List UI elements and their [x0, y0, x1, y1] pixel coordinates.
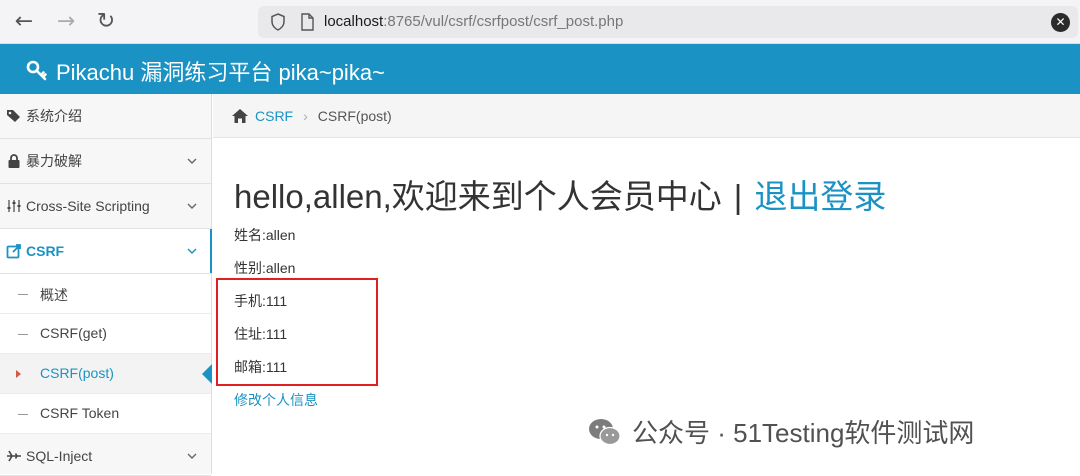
greeting-text: hello,allen,欢迎来到个人会员中心: [234, 178, 722, 215]
tree-dash: [18, 334, 28, 335]
breadcrumb-separator: ›: [303, 107, 308, 124]
url-host: localhost: [324, 13, 384, 30]
info-gender: 性别:allen: [234, 260, 296, 276]
page-title: hello,allen,欢迎来到个人会员中心 | 退出登录: [234, 170, 886, 218]
sidebar-item-label: CSRF: [26, 243, 65, 259]
breadcrumb: CSRF › CSRF(post): [213, 94, 1080, 138]
sidebar-subitem-label: CSRF(post): [40, 365, 114, 381]
logout-link[interactable]: 退出登录: [754, 178, 886, 215]
app-title-text: Pikachu 漏洞练习平台 pika~pika~: [56, 60, 385, 85]
shield-icon: [271, 13, 285, 31]
caret-right-icon: [16, 370, 21, 378]
highlight-box: [216, 278, 378, 386]
chevron-down-icon: [187, 248, 197, 254]
plane-icon: [7, 450, 21, 461]
url-path: :8765/vul/csrf/csrfpost/csrf_post.php: [383, 13, 624, 30]
share-square-icon: [6, 244, 21, 259]
active-indicator: [210, 229, 212, 273]
address-bar[interactable]: localhost:8765/vul/csrf/csrfpost/csrf_po…: [258, 6, 1078, 38]
breadcrumb-link-csrf[interactable]: CSRF: [255, 108, 293, 124]
tree-dash: [18, 414, 28, 415]
sidebar-item-bruteforce[interactable]: 暴力破解: [0, 139, 211, 184]
browser-toolbar: ← → ↻ localhost:8765/vul/csrf/csrfpost/c…: [0, 0, 1080, 44]
home-icon[interactable]: [231, 108, 249, 124]
sidebar-subitem-label: CSRF(get): [40, 325, 107, 341]
app-title[interactable]: Pikachu 漏洞练习平台 pika~pika~: [26, 55, 385, 87]
tags-icon: [7, 110, 20, 122]
chevron-down-icon: [187, 453, 197, 459]
chevron-down-icon: [187, 158, 197, 164]
sidebar-subitem-label: 概述: [40, 287, 68, 303]
sidebar-item-label: SQL-Inject: [26, 447, 93, 464]
sidebar-subitem-csrf-post[interactable]: CSRF(post): [0, 354, 212, 394]
title-divider: |: [733, 178, 743, 215]
sidebar-item-label: Cross-Site Scripting: [26, 198, 150, 214]
url-text[interactable]: localhost:8765/vul/csrf/csrfpost/csrf_po…: [324, 13, 623, 30]
sidebar-subitem-overview[interactable]: 概述: [0, 274, 211, 314]
sidebar-item-label: 系统介绍: [26, 108, 82, 124]
sidebar-item-xss[interactable]: Cross-Site Scripting: [0, 184, 211, 229]
active-arrow-icon: [202, 364, 212, 384]
sidebar-subitem-csrf-token[interactable]: CSRF Token: [0, 394, 211, 434]
sidebar: 系统介绍 暴力破解 Cross-Site Scripting CSRF 概述 C…: [0, 94, 212, 476]
reload-button[interactable]: ↻: [92, 8, 120, 36]
sidebar-item-label: 暴力破解: [26, 153, 82, 169]
info-name: 姓名:allen: [234, 227, 296, 243]
edit-profile-link[interactable]: 修改个人信息: [234, 390, 318, 410]
app-header: Pikachu 漏洞练习平台 pika~pika~: [0, 44, 1080, 94]
chevron-down-icon: [187, 203, 197, 209]
sidebar-item-intro[interactable]: 系统介绍: [0, 94, 211, 139]
watermark-text: 公众号 · 51Testing软件测试网: [632, 418, 975, 448]
key-icon: [26, 60, 47, 81]
back-button[interactable]: ←: [10, 8, 38, 36]
watermark: 公众号 · 51Testing软件测试网: [588, 413, 974, 450]
forward-button[interactable]: →: [52, 8, 80, 36]
sliders-icon: [7, 200, 21, 212]
sidebar-item-csrf[interactable]: CSRF: [0, 229, 212, 274]
clear-url-button[interactable]: ✕: [1051, 13, 1070, 32]
sidebar-subitem-label: CSRF Token: [40, 405, 120, 421]
lock-icon: [8, 154, 20, 168]
wechat-icon: [589, 418, 621, 445]
page-icon: [301, 13, 314, 31]
sidebar-subitem-csrf-get[interactable]: CSRF(get): [0, 314, 211, 354]
tree-dash: [18, 294, 28, 295]
breadcrumb-current: CSRF(post): [317, 107, 392, 124]
sidebar-item-sqli[interactable]: SQL-Inject: [0, 436, 211, 476]
